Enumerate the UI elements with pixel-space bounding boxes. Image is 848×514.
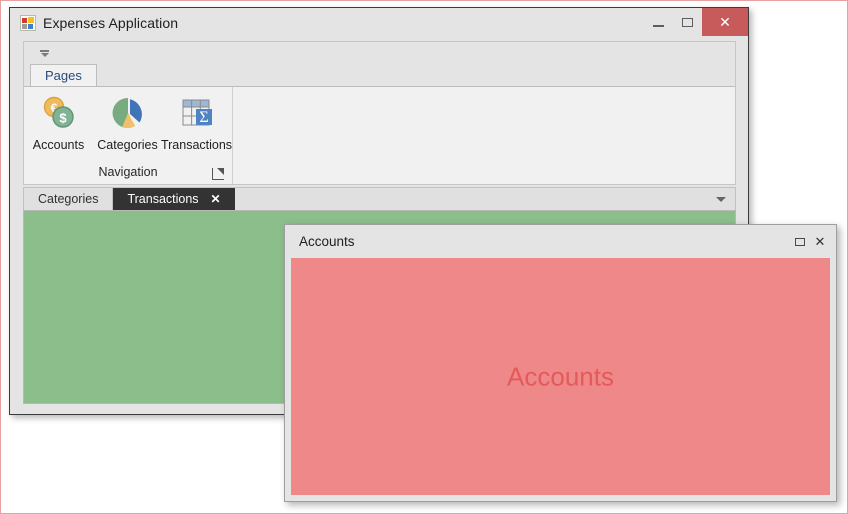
accounts-window-title: Accounts — [299, 234, 355, 249]
customize-quick-access-toolbar-icon[interactable] — [38, 47, 51, 59]
tab-list-dropdown-icon[interactable] — [707, 188, 735, 210]
maximize-icon — [682, 17, 693, 27]
document-tab-categories[interactable]: Categories — [24, 188, 114, 210]
ribbon-group-footer: Navigation — [24, 163, 232, 181]
document-tab-transactions[interactable]: Transactions ✕ — [113, 188, 235, 210]
accounts-maximize-button[interactable] — [790, 232, 810, 252]
document-tabstrip: Categories Transactions ✕ — [23, 187, 736, 210]
ribbon-button-accounts[interactable]: € $ Accounts — [24, 93, 93, 152]
accounts-window-titlebar[interactable]: Accounts ✕ — [285, 225, 836, 258]
svg-text:Σ: Σ — [199, 109, 208, 126]
close-icon: ✕ — [814, 234, 826, 249]
document-tab-label: Transactions — [127, 192, 199, 206]
tab-close-icon[interactable]: ✕ — [211, 193, 221, 205]
ribbon-group-title: Navigation — [98, 165, 158, 179]
ribbon-tab-pages[interactable]: Pages — [30, 64, 97, 86]
application-squares-icon — [20, 15, 36, 31]
accounts-window-body: Accounts — [291, 258, 830, 495]
chevron-down-icon — [716, 196, 726, 202]
main-window-controls: ✕ — [644, 8, 748, 36]
close-button[interactable]: ✕ — [702, 8, 748, 36]
main-window-title: Expenses Application — [43, 15, 179, 31]
ribbon-group-navigation: € $ Accounts Categories Σ Transactions N… — [24, 87, 233, 184]
document-tab-label: Categories — [38, 192, 99, 206]
close-icon: ✕ — [719, 14, 731, 30]
ribbon-button-transactions[interactable]: Σ Transactions — [160, 93, 233, 152]
ribbon-tab-label: Pages — [45, 68, 82, 83]
ribbon-button-label: Categories — [97, 138, 158, 152]
minimize-button[interactable] — [644, 8, 673, 36]
table-sigma-icon: Σ — [177, 93, 217, 133]
dialog-box-launcher-icon[interactable] — [212, 168, 224, 180]
ribbon-group-items: € $ Accounts Categories Σ Transactions — [24, 87, 232, 152]
accounts-window: Accounts ✕ Accounts — [284, 224, 837, 502]
accounts-window-caption: Accounts — [507, 361, 614, 391]
svg-text:$: $ — [59, 111, 67, 126]
accounts-close-button[interactable]: ✕ — [810, 232, 830, 252]
maximize-button[interactable] — [673, 8, 702, 36]
ribbon: Pages € $ Accounts Categories Σ Transact… — [23, 41, 736, 185]
ribbon-button-label: Accounts — [32, 138, 85, 152]
pie-chart-icon — [108, 93, 148, 133]
ribbon-body: € $ Accounts Categories Σ Transactions N… — [24, 86, 735, 184]
quick-access-toolbar — [24, 42, 735, 64]
accounts-window-controls: ✕ — [790, 225, 830, 258]
ribbon-tabstrip: Pages — [24, 64, 735, 86]
coins-euro-dollar-icon: € $ — [39, 93, 79, 133]
screenshot-root: Expenses Application ✕ Pages € $ Account… — [0, 0, 848, 514]
main-window-titlebar[interactable]: Expenses Application ✕ — [10, 8, 748, 38]
minimize-icon — [653, 24, 664, 27]
ribbon-button-categories[interactable]: Categories — [93, 93, 162, 152]
ribbon-button-label: Transactions — [160, 138, 233, 152]
maximize-icon — [795, 237, 805, 246]
